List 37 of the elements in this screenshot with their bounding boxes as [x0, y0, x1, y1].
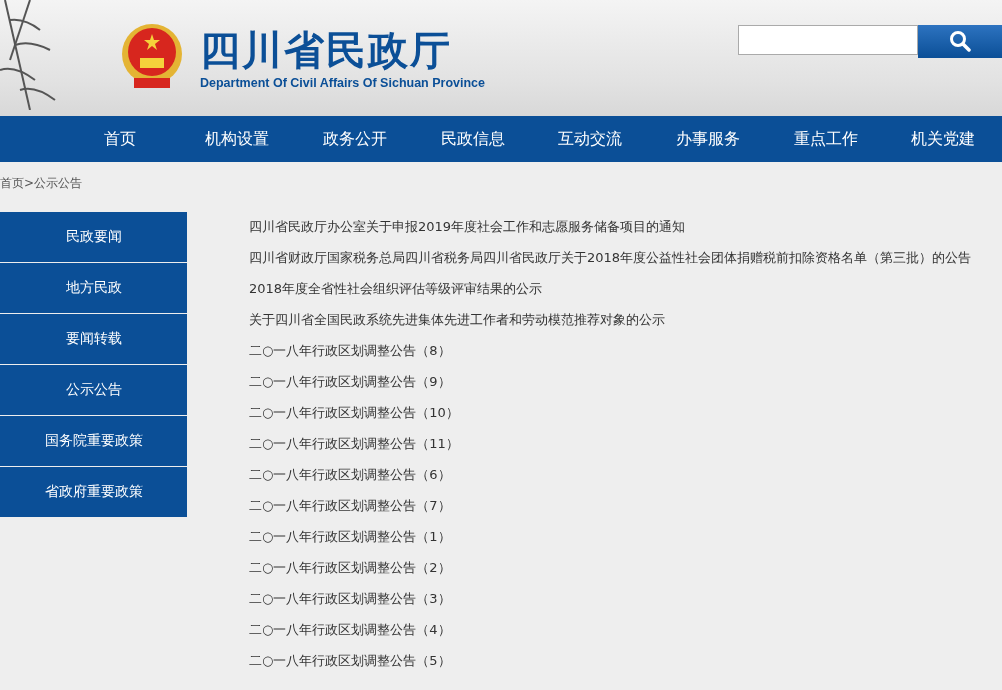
nav-link[interactable]: 机关党建 [884, 116, 1002, 162]
article-link[interactable]: 二○一八年行政区划调整公告（2） [249, 557, 972, 579]
nav-link[interactable]: 互动交流 [531, 116, 650, 162]
site-title: 四川省民政厅 [200, 26, 453, 74]
breadcrumb-separator: > [24, 176, 35, 190]
nav-link[interactable]: 政务公开 [296, 116, 414, 162]
breadcrumb-link[interactable]: 公示公告 [34, 174, 83, 192]
sidebar-item[interactable]: 民政要闻 [0, 212, 187, 262]
nav-link[interactable]: 首页 [61, 116, 179, 162]
search-button[interactable] [918, 24, 1002, 58]
article-link[interactable]: 二○一八年行政区划调整公告（8） [249, 340, 972, 362]
article-link[interactable]: 二○一八年行政区划调整公告（9） [249, 371, 972, 393]
article-link[interactable]: 二○一八年行政区划调整公告（6） [249, 464, 972, 486]
article-link[interactable]: 二○一八年行政区划调整公告（3） [249, 588, 972, 610]
article-link[interactable]: 二○一八年行政区划调整公告（5） [249, 650, 972, 672]
article-link[interactable]: 四川省民政厅办公室关于申报2019年度社会工作和志愿服务储备项目的通知 [249, 216, 972, 238]
article-link[interactable]: 二○一八年行政区划调整公告（11） [249, 433, 972, 455]
article-link[interactable]: 二○一八年行政区划调整公告（10） [249, 402, 972, 424]
article-link[interactable]: 2018年度全省性社会组织评估等级评审结果的公示 [249, 278, 972, 300]
sidebar-item[interactable]: 省政府重要政策 [0, 467, 187, 517]
article-link[interactable]: 四川省财政厅国家税务总局四川省税务局四川省民政厅关于2018年度公益性社会团体捐赠税前扣除资格名单（第三批）的公告 [249, 247, 972, 269]
article-link[interactable]: 二○一八年行政区划调整公告（4） [249, 619, 972, 641]
sidebar-item[interactable]: 要闻转载 [0, 314, 187, 364]
sidebar-item[interactable]: 公示公告 [0, 365, 187, 415]
article-link[interactable]: 二○一八年行政区划调整公告（7） [249, 495, 972, 517]
sidebar-item[interactable]: 地方民政 [0, 263, 187, 313]
sidebar-item[interactable]: 国务院重要政策 [0, 416, 187, 466]
search-icon [949, 30, 971, 52]
nav-link[interactable]: 办事服务 [649, 116, 767, 162]
nav-link[interactable]: 民政信息 [413, 116, 532, 162]
article-link[interactable]: 关于四川省全国民政系统先进集体先进工作者和劳动模范推荐对象的公示 [249, 309, 972, 331]
search-field[interactable] [738, 24, 918, 55]
breadcrumb-link[interactable]: 首页 [0, 174, 24, 192]
article-link[interactable]: 二○一八年行政区划调整公告（1） [249, 526, 972, 548]
site-subtitle: Department Of Civil Affairs Of Sichuan Province [200, 76, 486, 90]
nav-link[interactable]: 重点工作 [766, 116, 885, 162]
nav-link[interactable]: 机构设置 [178, 116, 297, 162]
